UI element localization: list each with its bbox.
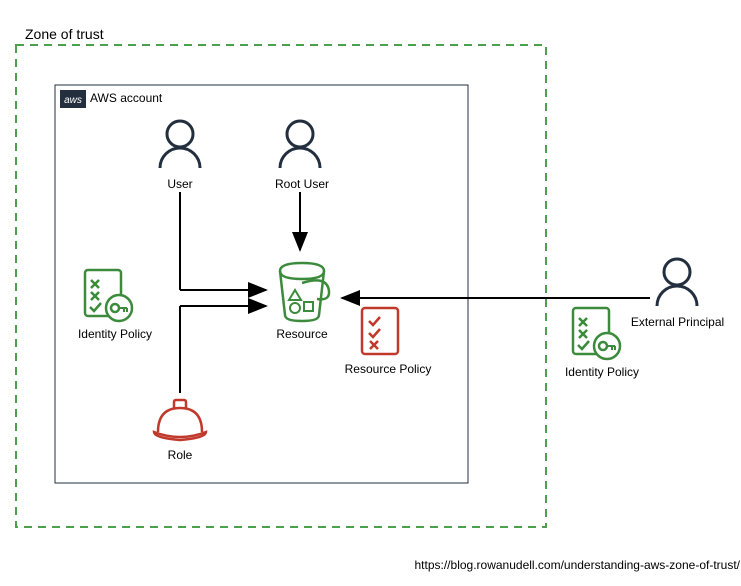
user-icon <box>160 121 200 168</box>
aws-account-box <box>55 85 468 483</box>
identity-policy-icon-1 <box>85 270 132 321</box>
identity-policy-label-2: Identity Policy <box>556 365 648 379</box>
aws-account-label: AWS account <box>90 91 162 105</box>
identity-policy-icon-2 <box>573 308 620 359</box>
role-label: Role <box>160 448 200 462</box>
user-label: User <box>160 177 200 191</box>
resource-policy-label: Resource Policy <box>338 362 438 376</box>
root-user-icon <box>280 121 320 168</box>
source-url: https://blog.rowanudell.com/understandin… <box>400 558 740 572</box>
resource-policy-icon <box>362 308 398 354</box>
resource-icon <box>280 263 329 321</box>
external-principal-icon <box>657 259 697 306</box>
resource-label: Resource <box>272 327 332 341</box>
identity-policy-label-1: Identity Policy <box>70 327 160 341</box>
zone-of-trust-label: Zone of trust <box>25 26 104 42</box>
svg-text:aws: aws <box>64 95 82 106</box>
role-icon <box>154 400 206 440</box>
root-user-label: Root User <box>272 177 332 191</box>
external-principal-label: External Principal <box>625 315 730 329</box>
